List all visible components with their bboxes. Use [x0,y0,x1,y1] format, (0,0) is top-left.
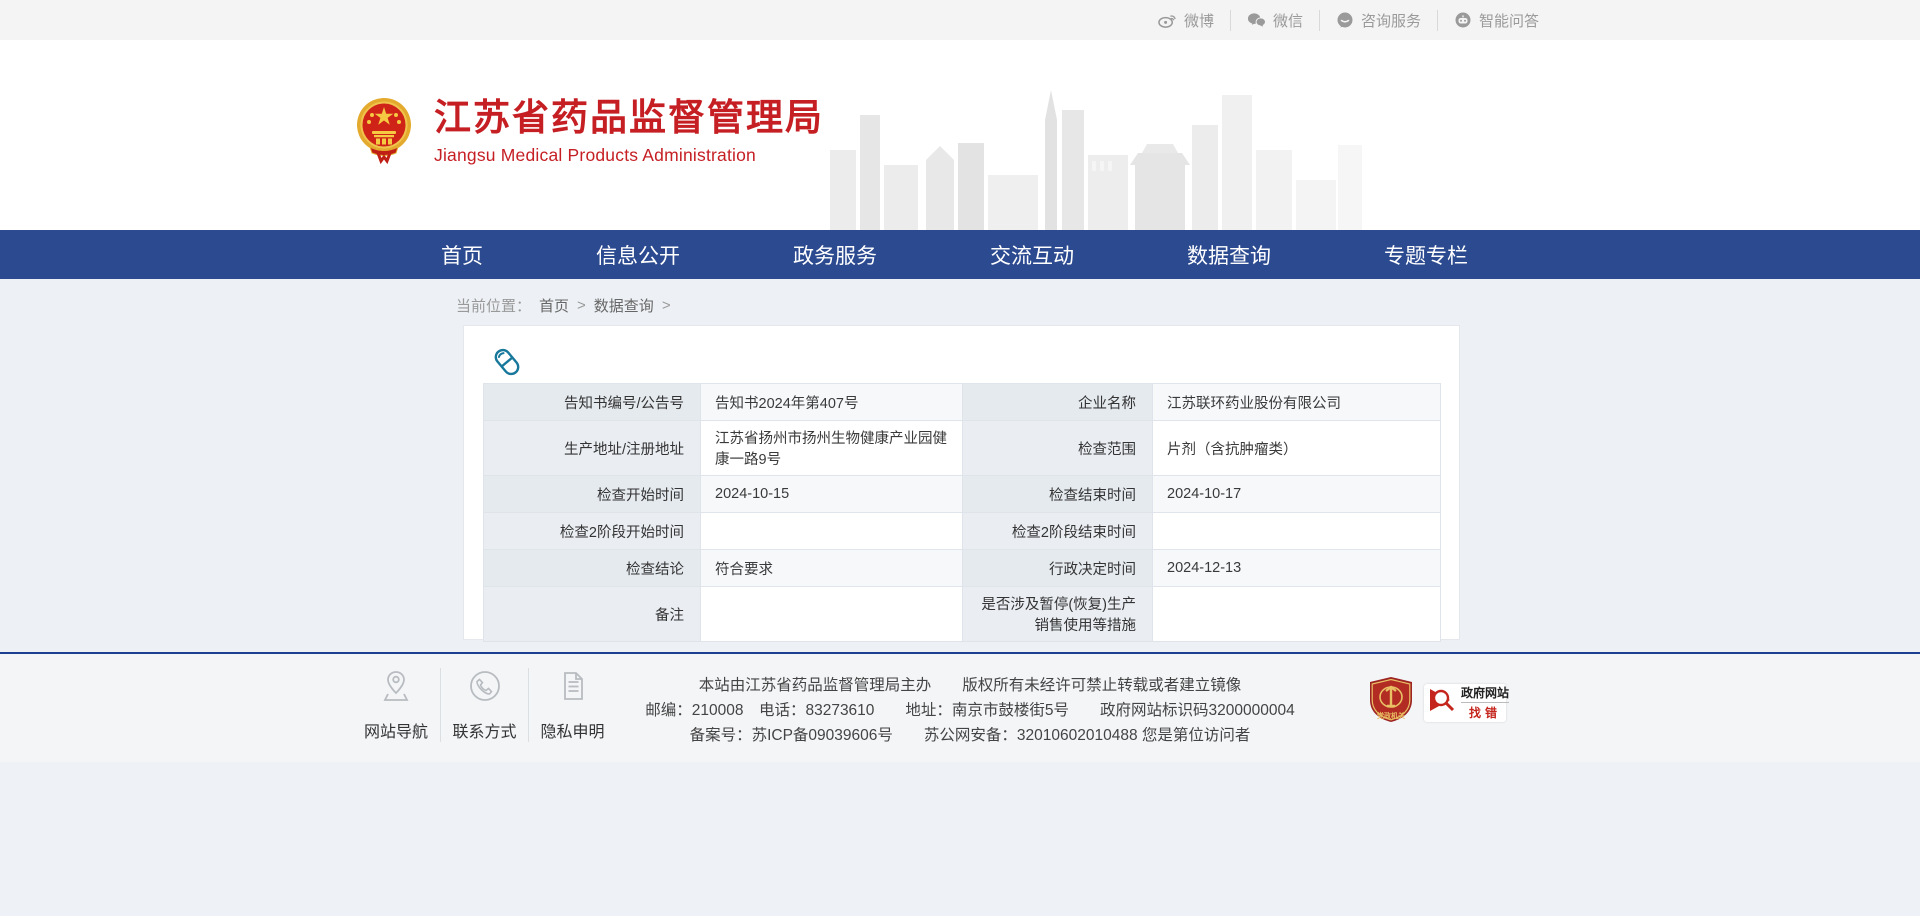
table-label-cell: 检查范围 [963,421,1153,476]
badge-text-top: 政府网站 [1461,684,1509,703]
site-logo-group[interactable]: 江苏省药品监督管理局 Jiangsu Medical Products Admi… [356,95,824,167]
table-value-cell: 片剂（含抗肿瘤类） [1153,421,1441,476]
table-row: 告知书编号/公告号 告知书2024年第407号 企业名称 江苏联环药业股份有限公… [484,384,1441,421]
inspection-detail-table: 告知书编号/公告号 告知书2024年第407号 企业名称 江苏联环药业股份有限公… [483,383,1441,642]
party-gov-badge[interactable]: 党政机关 [1368,676,1414,729]
consult-service-label: 咨询服务 [1361,10,1421,31]
table-row: 生产地址/注册地址 江苏省扬州市扬州生物健康产业园健康一路9号 检查范围 片剂（… [484,421,1441,476]
table-label-cell: 检查2阶段结束时间 [963,513,1153,550]
footer-link-contact[interactable]: 联系方式 [440,668,528,742]
weibo-icon [1158,12,1177,28]
footer-links: 网站导航 联系方式 隐私申明 [352,668,616,742]
table-row: 检查结论 符合要求 行政决定时间 2024-12-13 [484,550,1441,587]
table-value-cell: 2024-10-17 [1153,476,1441,513]
table-label-cell: 备注 [484,587,701,642]
document-icon [555,668,591,709]
table-value-cell [701,513,963,550]
wechat-link[interactable]: 微信 [1230,10,1319,31]
table-value-cell: 江苏联环药业股份有限公司 [1153,384,1441,421]
table-row: 检查开始时间 2024-10-15 检查结束时间 2024-10-17 [484,476,1441,513]
main-nav: 首页 信息公开 政务服务 交流互动 数据查询 专题专栏 [0,230,1920,279]
table-value-cell: 2024-12-13 [1153,550,1441,587]
footer-link-privacy[interactable]: 隐私申明 [528,668,616,742]
footer-line-3: 备案号：苏ICP备09039606号 苏公网安备：32010602010488 … [610,723,1330,748]
main-content: 当前位置： 首页 > 数据查询 > 告知书编号/公告号 告知书2024年第407… [0,279,1920,652]
topbar-items: 微博 微信 咨询服务 智能问答 [1142,0,1555,40]
nav-item-gov-services[interactable]: 政务服务 [793,240,877,270]
site-footer: 网站导航 联系方式 隐私申明 [0,654,1920,762]
svg-text:党政机关: 党政机关 [1377,711,1405,720]
breadcrumb-separator: > [577,297,586,314]
footer-link-sitemap[interactable]: 网站导航 [352,668,440,742]
smart-qa-link[interactable]: 智能问答 [1437,10,1555,31]
table-value-cell: 江苏省扬州市扬州生物健康产业园健康一路9号 [701,421,963,476]
top-utility-bar: 微博 微信 咨询服务 智能问答 [0,0,1920,40]
table-value-cell [1153,587,1441,642]
footer-line-2: 邮编：210008 电话：83273610 地址：南京市鼓楼街5号 政府网站标识… [610,698,1330,723]
table-label-cell: 企业名称 [963,384,1153,421]
table-label-cell: 检查结束时间 [963,476,1153,513]
nav-item-home[interactable]: 首页 [441,240,483,270]
national-emblem-logo [356,95,412,167]
breadcrumb-prefix: 当前位置： [456,295,531,316]
breadcrumb-home-link[interactable]: 首页 [539,295,569,316]
map-pin-icon [378,668,414,709]
footer-link-label: 联系方式 [452,718,516,742]
chat-icon [1336,12,1354,28]
site-header: 江苏省药品监督管理局 Jiangsu Medical Products Admi… [0,40,1920,230]
badge-text-bottom: 找错 [1469,704,1501,721]
table-label-cell: 检查开始时间 [484,476,701,513]
table-label-cell: 检查2阶段开始时间 [484,513,701,550]
table-label-cell: 生产地址/注册地址 [484,421,701,476]
weibo-label: 微博 [1184,10,1214,31]
site-error-report-badge[interactable]: 政府网站 找错 [1424,684,1506,722]
error-finder-magnifier-icon [1428,685,1456,720]
table-label-cell: 是否涉及暂停(恢复)生产销售使用等措施 [963,587,1153,642]
table-value-cell: 符合要求 [701,550,963,587]
city-skyline-graphic [830,55,1370,230]
table-label-cell: 行政决定时间 [963,550,1153,587]
site-title-block: 江苏省药品监督管理局 Jiangsu Medical Products Admi… [434,97,824,166]
wechat-label: 微信 [1273,10,1303,31]
inspection-detail-card: 告知书编号/公告号 告知书2024年第407号 企业名称 江苏联环药业股份有限公… [463,325,1460,640]
capsule-icon [491,346,523,378]
table-row: 备注 是否涉及暂停(恢复)生产销售使用等措施 [484,587,1441,642]
nav-item-info-disclosure[interactable]: 信息公开 [596,240,680,270]
breadcrumb-separator: > [662,297,671,314]
nav-item-interaction[interactable]: 交流互动 [990,240,1074,270]
site-title: 江苏省药品监督管理局 [434,97,824,139]
table-value-cell [701,587,963,642]
table-label-cell: 告知书编号/公告号 [484,384,701,421]
robot-icon [1454,12,1472,28]
table-value-cell [1153,513,1441,550]
table-row: 检查2阶段开始时间 检查2阶段结束时间 [484,513,1441,550]
site-subtitle: Jiangsu Medical Products Administration [434,145,824,166]
weibo-link[interactable]: 微博 [1142,10,1230,31]
footer-link-label: 隐私申明 [540,718,604,742]
phone-icon [467,668,503,709]
breadcrumb: 当前位置： 首页 > 数据查询 > [456,295,671,316]
footer-link-label: 网站导航 [364,718,428,742]
smart-qa-label: 智能问答 [1479,10,1539,31]
footer-info-text: 本站由江苏省药品监督管理局主办 版权所有未经许可禁止转载或者建立镜像 邮编：21… [610,673,1330,748]
nav-item-data-query[interactable]: 数据查询 [1187,240,1271,270]
breadcrumb-data-query-link[interactable]: 数据查询 [594,295,654,316]
page-bottom-background [0,762,1920,916]
nav-item-special-topics[interactable]: 专题专栏 [1384,240,1468,270]
consult-service-link[interactable]: 咨询服务 [1319,10,1437,31]
footer-line-1: 本站由江苏省药品监督管理局主办 版权所有未经许可禁止转载或者建立镜像 [610,673,1330,698]
table-value-cell: 2024-10-15 [701,476,963,513]
table-label-cell: 检查结论 [484,550,701,587]
table-value-cell: 告知书2024年第407号 [701,384,963,421]
wechat-icon [1247,12,1266,28]
footer-badges: 党政机关 政府网站 找错 [1368,676,1506,729]
